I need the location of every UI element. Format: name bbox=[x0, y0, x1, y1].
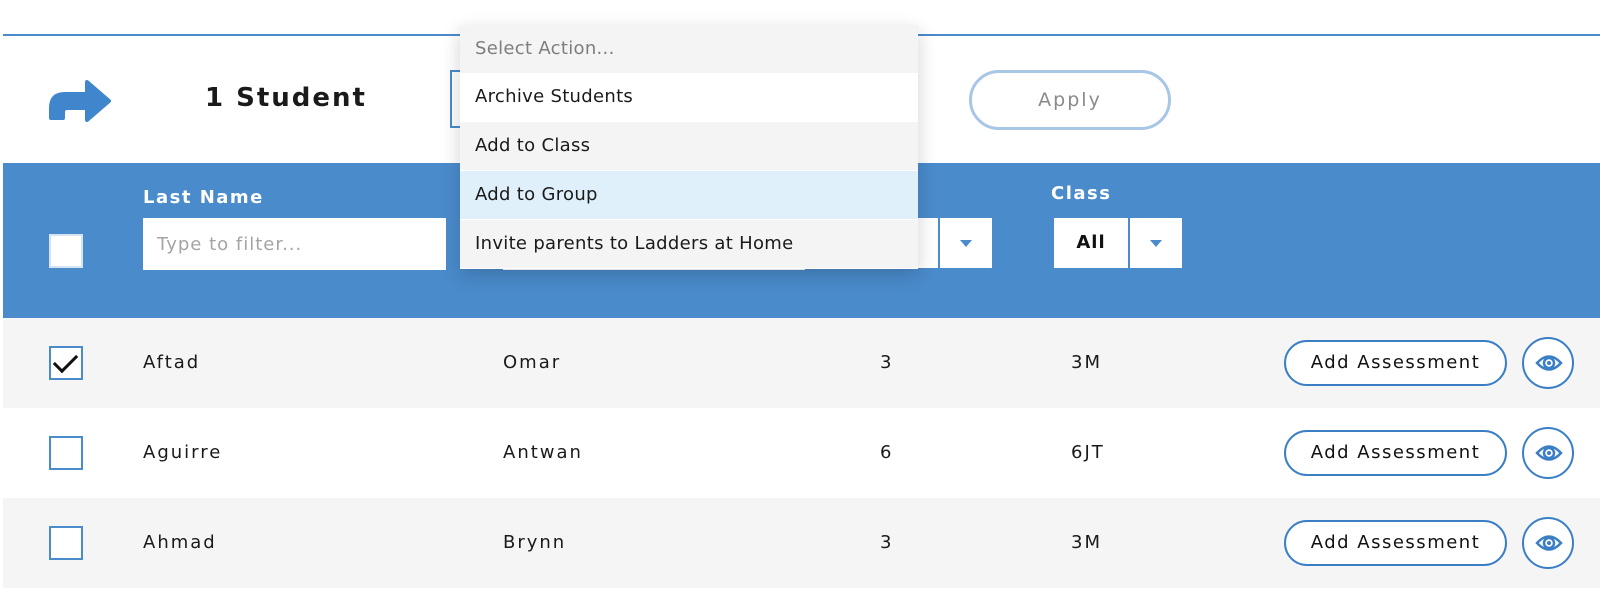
year-cell: 3 bbox=[880, 352, 894, 373]
class-chevron-down-icon[interactable] bbox=[1130, 218, 1182, 268]
dropdown-placeholder[interactable]: Select Action... bbox=[460, 25, 918, 73]
eye-icon bbox=[1535, 355, 1563, 371]
select-all-checkbox[interactable] bbox=[49, 234, 83, 268]
last-name-cell: Aftad bbox=[143, 352, 201, 373]
apply-button[interactable]: Apply bbox=[969, 70, 1171, 130]
add-assessment-button[interactable]: Add Assessment bbox=[1284, 430, 1507, 476]
view-button[interactable] bbox=[1522, 337, 1574, 389]
table-row: Aftad Omar 3 3M Add Assessment bbox=[3, 318, 1600, 408]
first-name-cell: Brynn bbox=[503, 532, 567, 553]
class-select-value[interactable]: All bbox=[1054, 218, 1128, 268]
class-cell: 3M bbox=[1071, 532, 1102, 553]
year-chevron-down-icon[interactable] bbox=[940, 218, 992, 268]
row-checkbox[interactable] bbox=[49, 526, 83, 560]
action-dropdown-menu: Select Action... Archive Students Add to… bbox=[460, 25, 918, 269]
year-cell: 3 bbox=[880, 532, 894, 553]
student-list-page: 1 Student Apply Last Name r ll Class All… bbox=[3, 0, 1600, 591]
last-name-cell: Ahmad bbox=[143, 532, 217, 553]
menu-item-invite-parents[interactable]: Invite parents to Ladders at Home bbox=[460, 220, 918, 268]
menu-item-add-to-group[interactable]: Add to Group bbox=[460, 171, 918, 219]
first-name-cell: Omar bbox=[503, 352, 562, 373]
year-cell: 6 bbox=[880, 442, 894, 463]
last-name-cell: Aguirre bbox=[143, 442, 223, 463]
last-name-filter-input[interactable] bbox=[143, 218, 446, 270]
add-assessment-button[interactable]: Add Assessment bbox=[1284, 520, 1507, 566]
eye-icon bbox=[1535, 535, 1563, 551]
view-button[interactable] bbox=[1522, 427, 1574, 479]
table-row: Aguirre Antwan 6 6JT Add Assessment bbox=[3, 408, 1600, 498]
add-assessment-button[interactable]: Add Assessment bbox=[1284, 340, 1507, 386]
table-row: Ahmad Brynn 3 3M Add Assessment bbox=[3, 498, 1600, 588]
row-checkbox[interactable] bbox=[49, 436, 83, 470]
class-label: Class bbox=[1051, 183, 1112, 204]
eye-icon bbox=[1535, 445, 1563, 461]
row-checkbox[interactable] bbox=[49, 346, 83, 380]
class-cell: 3M bbox=[1071, 352, 1102, 373]
class-cell: 6JT bbox=[1071, 442, 1105, 463]
view-button[interactable] bbox=[1522, 517, 1574, 569]
menu-item-archive-students[interactable]: Archive Students bbox=[460, 73, 918, 121]
selected-count: 1 Student bbox=[205, 83, 367, 113]
menu-item-add-to-class[interactable]: Add to Class bbox=[460, 122, 918, 170]
last-name-label: Last Name bbox=[143, 187, 264, 208]
redo-arrow-icon bbox=[49, 80, 111, 122]
first-name-cell: Antwan bbox=[503, 442, 583, 463]
